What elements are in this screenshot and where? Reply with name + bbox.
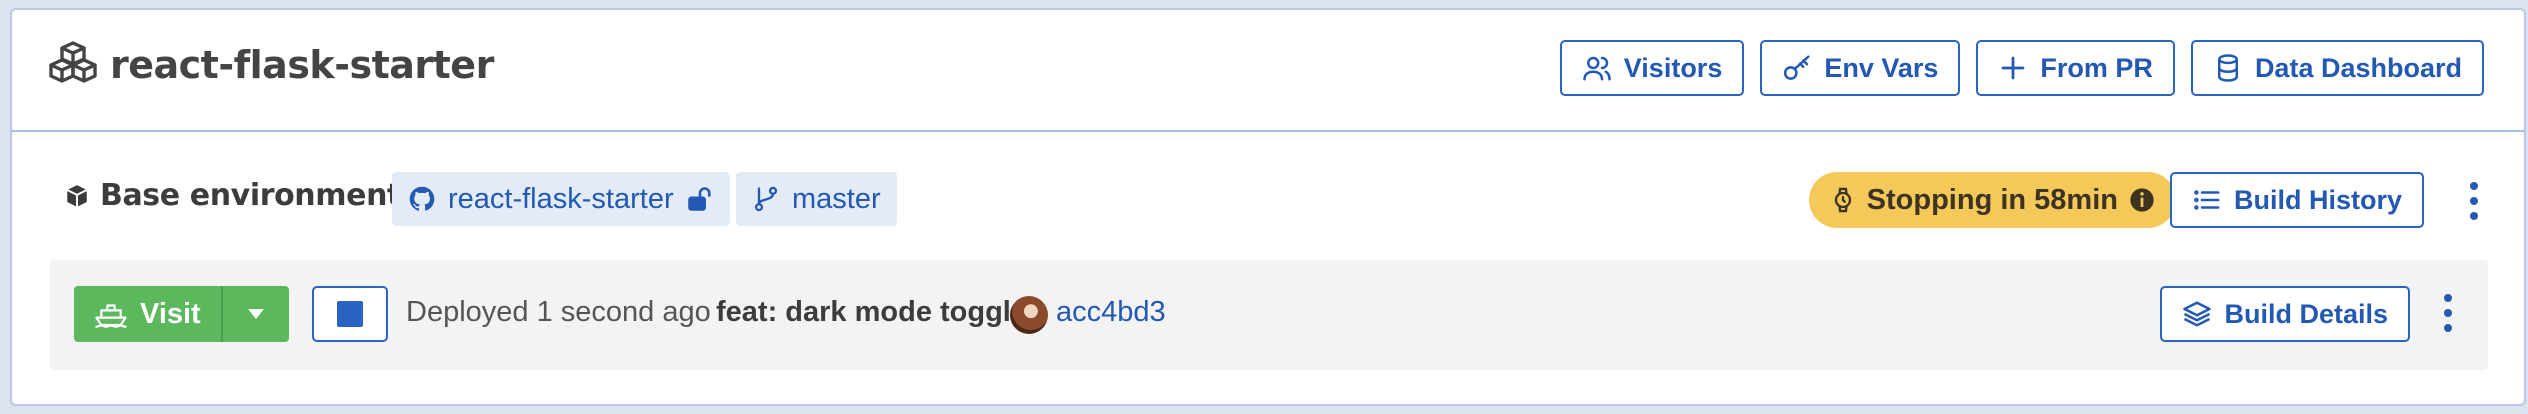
environment-more-icon[interactable] xyxy=(2464,182,2484,220)
database-icon xyxy=(2217,54,2238,82)
watch-icon xyxy=(1834,187,1851,213)
git-branch-icon xyxy=(754,186,778,212)
build-details-button[interactable]: Build Details xyxy=(2160,286,2410,342)
env-vars-label: Env Vars xyxy=(1824,52,1939,83)
data-dashboard-button[interactable]: Data Dashboard xyxy=(2190,40,2484,96)
data-dashboard-label: Data Dashboard xyxy=(2254,52,2462,83)
avatar xyxy=(1010,296,1048,334)
build-history-button[interactable]: Build History xyxy=(2169,172,2424,228)
title-group: react-flask-starter xyxy=(48,40,494,89)
build-history-label: Build History xyxy=(2233,184,2402,215)
unlock-icon xyxy=(687,187,711,211)
environment-heading: Base environment xyxy=(64,178,401,213)
page-title: react-flask-starter xyxy=(110,42,494,87)
list-icon xyxy=(2194,190,2220,210)
status-text: Stopping in 58min xyxy=(1866,183,2118,216)
build-details-label: Build Details xyxy=(2224,298,2388,329)
page-header: react-flask-starter Visitors Env Vars Fr… xyxy=(12,10,2524,132)
key-icon xyxy=(1784,55,1810,80)
from-pr-button[interactable]: From PR xyxy=(1976,40,2175,96)
visitors-button[interactable]: Visitors xyxy=(1559,40,1745,96)
visit-dropdown-button[interactable] xyxy=(220,286,289,342)
visitors-label: Visitors xyxy=(1623,52,1723,83)
visit-label: Visit xyxy=(140,297,201,330)
cubes-icon xyxy=(48,40,98,89)
visit-split-button: Visit xyxy=(74,286,289,342)
branch-chip[interactable]: master xyxy=(736,172,897,226)
stop-button[interactable] xyxy=(312,286,388,342)
users-icon xyxy=(1583,56,1611,81)
box-icon xyxy=(66,184,88,207)
branch-name: master xyxy=(792,182,881,215)
caret-down-icon xyxy=(247,309,264,319)
environment-label: Base environment xyxy=(100,178,401,213)
layers-icon xyxy=(2183,301,2212,327)
plus-icon xyxy=(2002,56,2025,80)
deployment-row: Visit Deployed 1 second ago feat: dark m… xyxy=(50,260,2488,370)
visit-button[interactable]: Visit xyxy=(74,286,221,342)
repo-chip[interactable]: react-flask-starter xyxy=(392,172,730,226)
header-actions: Visitors Env Vars From PR Data Dashboard xyxy=(1559,40,2484,96)
environment-row: Base environment react-flask-starter mas… xyxy=(48,172,2484,230)
deployed-time: Deployed 1 second ago xyxy=(406,296,711,328)
commit-message: feat: dark mode toggle xyxy=(716,296,1027,328)
github-icon xyxy=(409,186,435,211)
deployment-more-icon[interactable] xyxy=(2438,294,2458,332)
env-vars-button[interactable]: Env Vars xyxy=(1760,40,1961,96)
commit-hash-link[interactable]: acc4bd3 xyxy=(1056,296,1166,329)
status-badge[interactable]: Stopping in 58min xyxy=(1808,172,2176,228)
stop-icon xyxy=(337,301,363,327)
ship-icon xyxy=(95,304,127,328)
info-icon xyxy=(2130,188,2154,212)
from-pr-label: From PR xyxy=(2040,52,2153,83)
repo-name: react-flask-starter xyxy=(448,182,674,215)
app-panel: react-flask-starter Visitors Env Vars Fr… xyxy=(10,8,2526,406)
